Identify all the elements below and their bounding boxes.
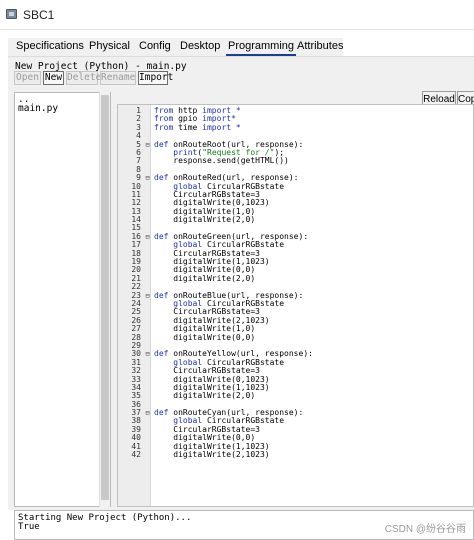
code-editor[interactable]: 1 from http import * 2 from gpio import* 3 fr…: [117, 104, 474, 507]
window-title: SBC1: [23, 8, 55, 22]
code-text: digitalWrite(2,0): [154, 215, 256, 225]
fold-toggle-icon[interactable]: ⊟: [144, 350, 151, 358]
window-titlebar: SBC1: [0, 0, 474, 30]
code-text: from time import *: [154, 122, 241, 132]
fold-toggle-icon[interactable]: ⊟: [144, 141, 151, 149]
console-line: Starting New Project (Python)...: [18, 513, 192, 523]
tab-config[interactable]: Config: [137, 38, 173, 56]
import-button[interactable]: Import: [138, 71, 173, 85]
code-text: digitalWrite(2,1023): [154, 450, 270, 460]
tab-specifications[interactable]: Specifications: [14, 38, 86, 56]
scrollbar-thumb[interactable]: [101, 95, 109, 500]
fold-toggle-icon[interactable]: ⊟: [144, 174, 151, 182]
new-button[interactable]: New: [43, 71, 64, 85]
fold-toggle-icon[interactable]: ⊟: [144, 233, 151, 241]
code-line[interactable]: 42 digitalWrite(2,1023): [118, 450, 473, 460]
file-list: .. main.py: [14, 92, 111, 507]
console-line: True: [18, 522, 40, 532]
line-number: 42: [131, 450, 141, 460]
code-text: response.send(getHTML()): [154, 156, 289, 166]
code-text: digitalWrite(0,0): [154, 332, 256, 342]
tab-attributes[interactable]: Attributes: [295, 38, 345, 56]
rename-button[interactable]: Rename: [100, 71, 136, 85]
tab-programming[interactable]: Programming: [226, 38, 297, 56]
code-text: digitalWrite(2,0): [154, 391, 256, 401]
watermark: CSDN @纷谷谷雨: [384, 524, 466, 535]
fold-toggle-icon[interactable]: ⊟: [144, 292, 151, 300]
code-line[interactable]: 7 response.send(getHTML()): [118, 156, 473, 166]
open-button[interactable]: Open: [14, 71, 41, 85]
code-line[interactable]: 21 digitalWrite(2,0): [118, 273, 473, 283]
code-lines[interactable]: 1 from http import * 2 from gpio import* 3 fr…: [118, 106, 473, 460]
file-list-scrollbar[interactable]: [99, 92, 110, 507]
code-line[interactable]: 3 from time import *: [118, 122, 473, 132]
code-line[interactable]: 14 digitalWrite(2,0): [118, 215, 473, 225]
tab-physical[interactable]: Physical: [87, 38, 132, 56]
code-line[interactable]: 35 digitalWrite(2,0): [118, 391, 473, 401]
code-line[interactable]: 28 digitalWrite(0,0): [118, 332, 473, 342]
tab-desktop[interactable]: Desktop: [178, 38, 222, 56]
code-text: digitalWrite(2,0): [154, 273, 256, 283]
fold-toggle-icon[interactable]: ⊟: [144, 409, 151, 417]
file-item-main-py[interactable]: main.py: [18, 103, 58, 114]
tab-bar: Specifications Physical Config Desktop P…: [8, 38, 343, 56]
device-icon: [6, 9, 17, 19]
delete-button[interactable]: Delete: [66, 71, 101, 85]
